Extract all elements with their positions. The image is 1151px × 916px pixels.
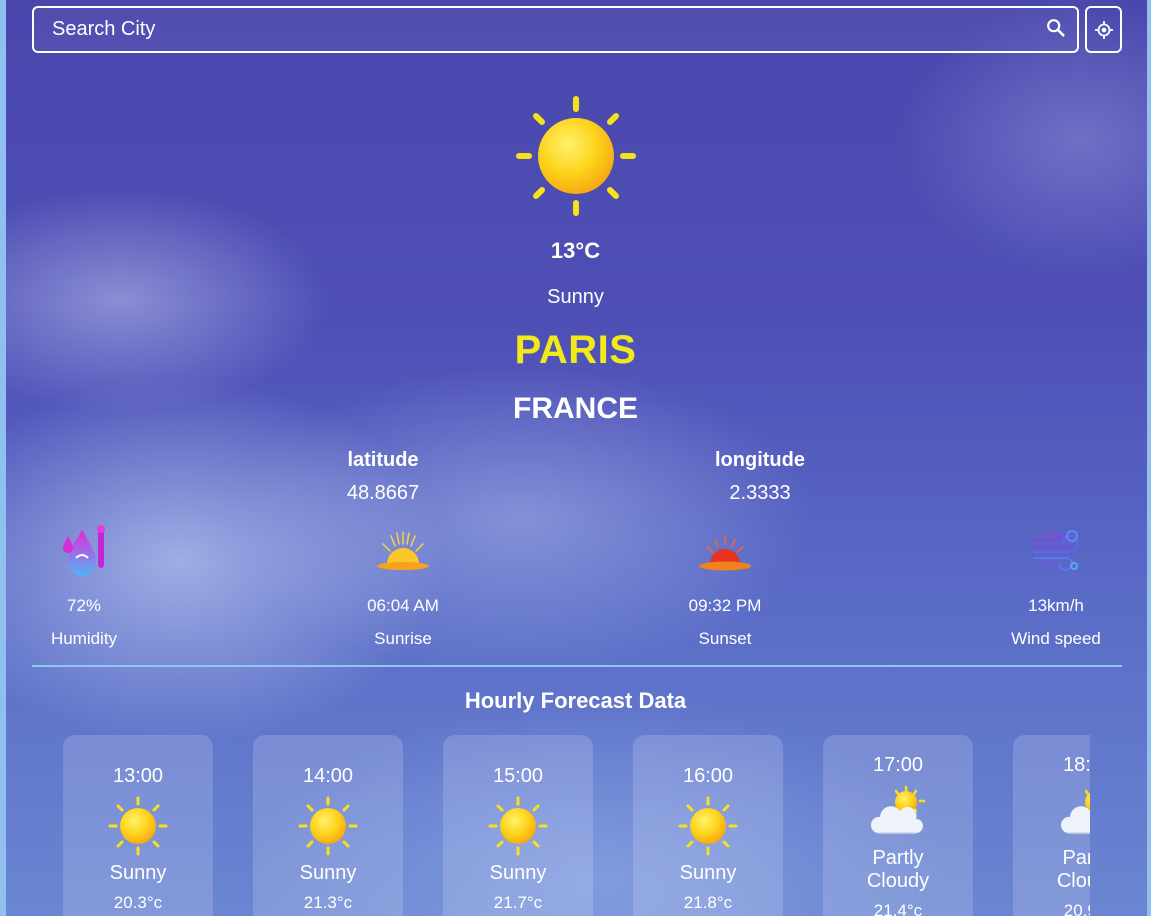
hourly-card: 15:00 Sunny 21.7°c [443,735,593,916]
wind-icon [1029,530,1079,571]
hourly-temperature: 20.3°c [113,893,163,912]
stat-wind: 13km/h Wind speed [966,522,1146,649]
divider [32,665,1122,667]
hourly-forecast-list[interactable]: 13:00 Sunny 20.3°c 14:00 Sunny 21.3°c 15… [32,735,1090,916]
window-frame-right [1147,0,1151,916]
hourly-condition: Sunny [299,862,357,884]
sunset-value: 09:32 PM [688,596,762,615]
hourly-card: 14:00 Sunny 21.3°c [253,735,403,916]
stat-humidity: 72% Humidity [0,522,174,649]
country-name: FRANCE [513,392,638,425]
current-location-button[interactable] [1085,6,1122,53]
current-temperature: 13°C [550,238,601,263]
humidity-value: 72% [66,596,102,615]
humidity-label: Humidity [50,629,118,648]
hourly-time: 14:00 [302,765,354,787]
hourly-condition: Sunny [489,862,547,884]
sun-icon [298,796,358,856]
search-icon[interactable] [1045,17,1067,39]
sun-icon [516,96,636,216]
latitude-label: latitude [347,449,419,471]
sunset-icon [699,535,751,571]
sunrise-label: Sunrise [374,629,432,648]
hourly-time: 13:00 [112,765,164,787]
hourly-time: 15:00 [492,765,544,787]
sunset-label: Sunset [698,629,752,648]
hourly-condition-line2: Cloudy [1056,870,1090,892]
sun-icon [678,796,738,856]
hourly-temperature: 20.9°c [1063,901,1090,916]
search-bar[interactable] [32,6,1079,53]
hourly-condition-line1: Partly [872,847,924,869]
latitude-value: 48.8667 [346,482,420,504]
hourly-condition: Partly Cloudy [823,847,973,893]
hourly-forecast-title: Hourly Forecast Data [464,688,687,713]
hourly-time: 18:00 [1062,754,1090,776]
wind-label: Wind speed [1011,629,1101,648]
current-condition: Sunny [547,286,604,308]
hourly-time: 16:00 [682,765,734,787]
hourly-condition-line1: Partly [1062,847,1090,869]
stat-sunset: 09:32 PM Sunset [635,522,815,649]
latitude-block: latitude 48.8667 [283,449,483,505]
hourly-card: 13:00 Sunny 20.3°c [63,735,213,916]
sunrise-value: 06:04 AM [367,596,439,615]
longitude-label: longitude [715,449,805,471]
city-name: PARIS [514,328,637,372]
hourly-temperature: 21.7°c [493,893,543,912]
hourly-temperature: 21.3°c [303,893,353,912]
search-input[interactable] [52,8,1012,51]
longitude-block: longitude 2.3333 [660,449,860,505]
hourly-condition-line2: Cloudy [866,870,930,892]
partly-cloudy-icon [870,785,926,834]
hourly-card: 16:00 Sunny 21.8°c [633,735,783,916]
hourly-temperature: 21.8°c [683,893,733,912]
hourly-condition: Sunny [679,862,737,884]
sun-icon [108,796,168,856]
crosshair-icon [1094,20,1113,39]
stat-sunrise: 06:04 AM Sunrise [313,522,493,649]
window-frame-left [0,0,6,916]
sun-icon [488,796,548,856]
partly-cloudy-icon [1060,789,1090,834]
humidity-icon [63,525,105,576]
longitude-value: 2.3333 [729,482,791,504]
wind-value: 13km/h [1028,596,1084,615]
hourly-card: 17:00 Partly Cloudy 21.4°c [823,735,973,916]
hourly-temperature: 21.4°c [873,901,923,916]
hourly-card: 18:00 Partly Cloudy 20.9°c [1013,735,1090,916]
sunrise-icon [377,531,429,570]
hourly-condition: Partly Cloudy [1013,847,1090,893]
hourly-time: 17:00 [872,754,924,776]
hourly-condition: Sunny [109,862,167,884]
